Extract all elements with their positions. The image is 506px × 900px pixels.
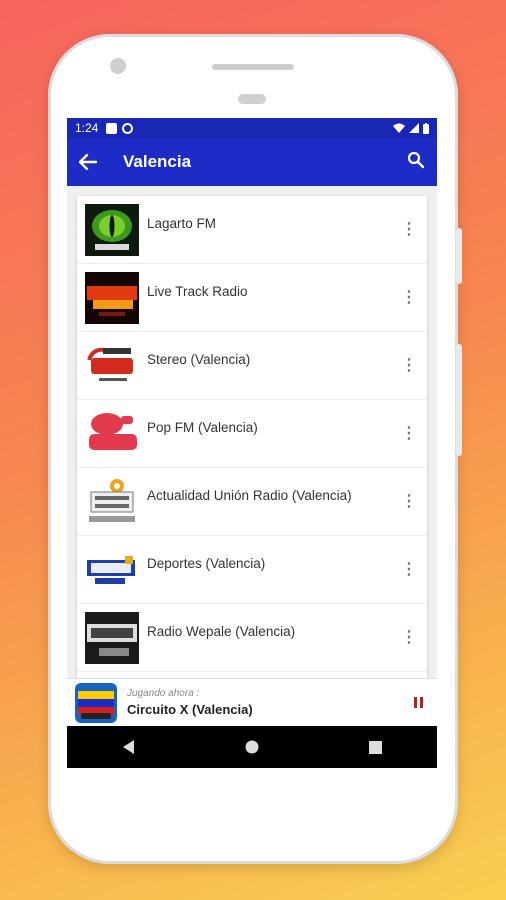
deportes-logo bbox=[85, 543, 139, 596]
pause-icon[interactable] bbox=[407, 697, 429, 708]
station-name: Pop FM (Valencia) bbox=[147, 420, 258, 435]
front-camera bbox=[110, 58, 126, 74]
volume-button bbox=[456, 344, 462, 456]
station-row[interactable]: Lagarto FM ⋮ bbox=[77, 196, 427, 264]
notification-icon bbox=[106, 122, 118, 134]
station-name: Live Track Radio bbox=[147, 284, 248, 299]
now-playing-bar[interactable]: Jugando ahora : Circuito X (Valencia) bbox=[67, 678, 437, 726]
power-button bbox=[456, 228, 462, 284]
station-row[interactable]: Deportes (Valencia) ⋮ bbox=[77, 536, 427, 604]
now-playing-station: Circuito X (Valencia) bbox=[127, 702, 253, 717]
page-title: Valencia bbox=[123, 152, 192, 171]
station-name: Deportes (Valencia) bbox=[147, 556, 266, 571]
app-bar: Valencia bbox=[67, 138, 437, 186]
wepale-logo bbox=[85, 611, 139, 664]
station-row[interactable]: Pop FM (Valencia) ⋮ bbox=[77, 400, 427, 468]
arrow-back-icon[interactable] bbox=[79, 154, 97, 170]
station-row[interactable]: Live Track Radio ⋮ bbox=[77, 264, 427, 332]
more-vert-icon[interactable]: ⋮ bbox=[399, 357, 419, 374]
earpiece-speaker bbox=[212, 64, 294, 70]
wifi-icon bbox=[393, 123, 405, 133]
lagarto-logo bbox=[85, 203, 139, 256]
station-name: Stereo (Valencia) bbox=[147, 352, 251, 367]
station-row[interactable]: Actualidad Unión Radio (Valencia) ⋮ bbox=[77, 468, 427, 536]
status-time: 1:24 bbox=[75, 121, 99, 135]
home-nav-icon[interactable] bbox=[232, 732, 272, 762]
android-nav-bar bbox=[67, 726, 437, 768]
back-nav-icon[interactable] bbox=[109, 732, 149, 762]
more-vert-icon[interactable]: ⋮ bbox=[399, 221, 419, 238]
station-row[interactable]: Radio Wepale (Valencia) ⋮ bbox=[77, 604, 427, 672]
screen: 1:24 Valencia Lagarto FM ⋮ Live Track Ra… bbox=[67, 118, 437, 768]
search-icon[interactable] bbox=[407, 151, 425, 174]
status-bar: 1:24 bbox=[67, 118, 437, 138]
station-row[interactable]: Stereo (Valencia) ⋮ bbox=[77, 332, 427, 400]
now-playing-info: Jugando ahora : Circuito X (Valencia) bbox=[127, 688, 407, 717]
station-name: Radio Wepale (Valencia) bbox=[147, 624, 296, 639]
union-radio-logo bbox=[85, 475, 139, 528]
signal-icon bbox=[409, 123, 419, 133]
more-vert-icon[interactable]: ⋮ bbox=[399, 289, 419, 306]
data-saver-icon bbox=[122, 122, 134, 134]
now-playing-label: Jugando ahora : bbox=[127, 688, 200, 699]
live-track-logo bbox=[85, 271, 139, 324]
more-vert-icon[interactable]: ⋮ bbox=[399, 629, 419, 646]
more-vert-icon[interactable]: ⋮ bbox=[399, 561, 419, 578]
station-name: Actualidad Unión Radio (Valencia) bbox=[147, 488, 352, 503]
stereo-979-logo bbox=[85, 339, 139, 392]
pop-1059-logo bbox=[85, 407, 139, 460]
station-name: Lagarto FM bbox=[147, 216, 217, 231]
status-icons bbox=[393, 122, 429, 134]
station-list: Lagarto FM ⋮ Live Track Radio ⋮ Stereo (… bbox=[77, 196, 427, 748]
more-vert-icon[interactable]: ⋮ bbox=[399, 493, 419, 510]
battery-icon bbox=[423, 122, 429, 134]
venezuela-flag-logo bbox=[75, 682, 117, 723]
more-vert-icon[interactable]: ⋮ bbox=[399, 425, 419, 442]
proximity-sensor bbox=[238, 94, 266, 104]
recents-nav-icon[interactable] bbox=[355, 732, 395, 762]
